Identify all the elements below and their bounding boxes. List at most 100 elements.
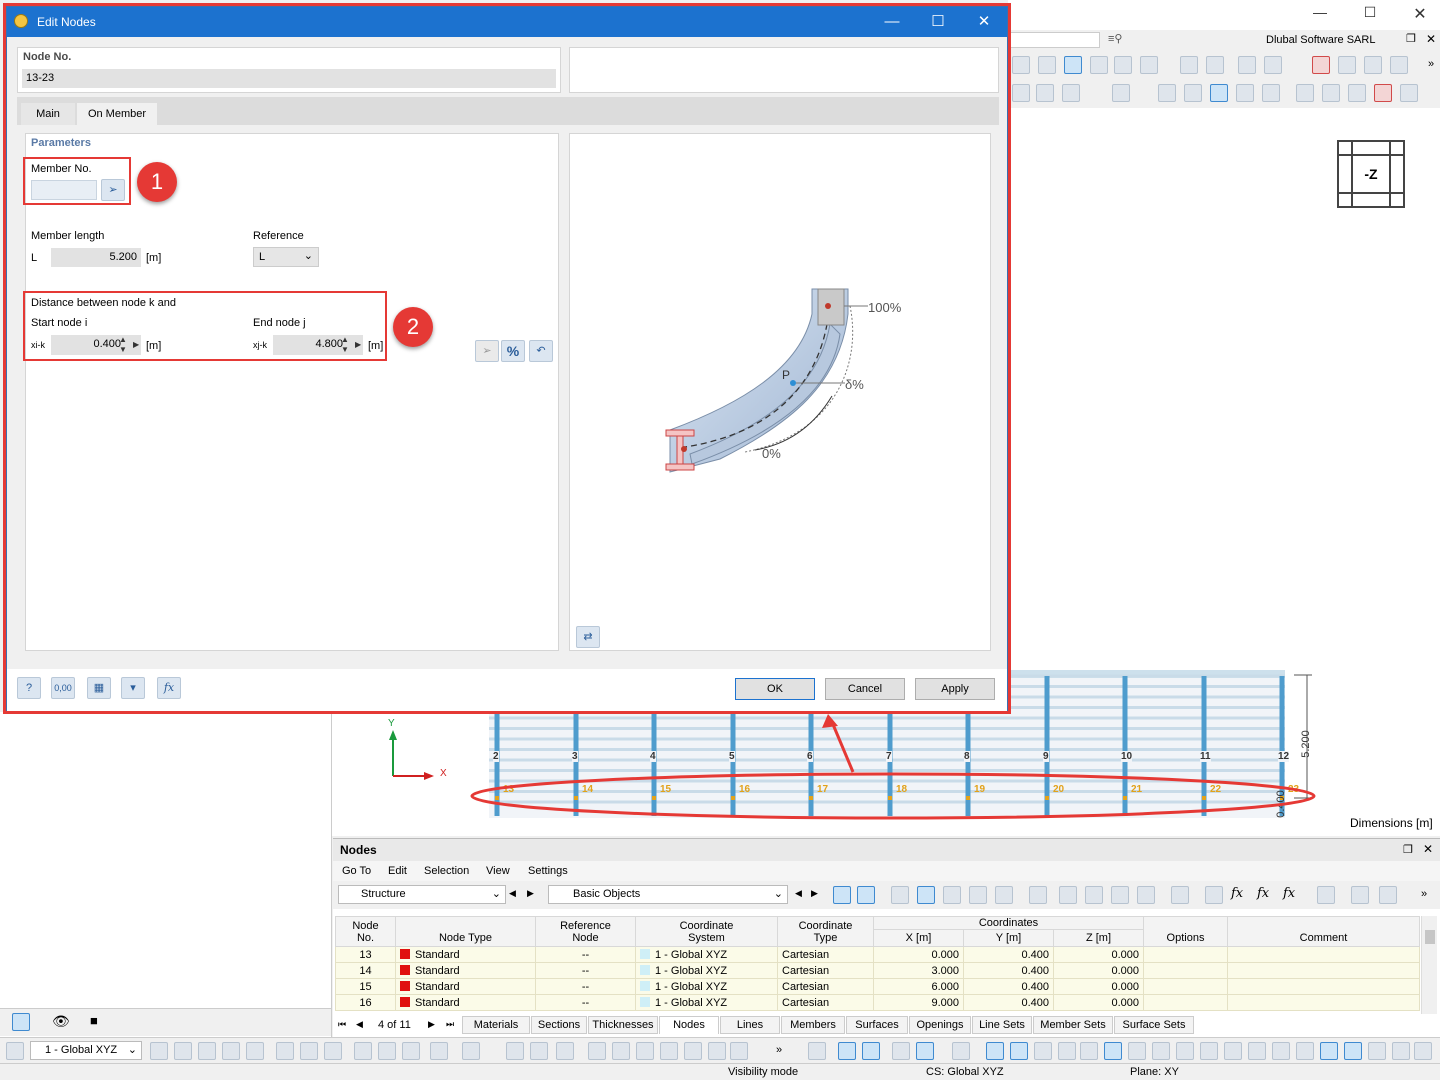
cell-y[interactable]: 0.400 xyxy=(963,946,1054,963)
header-z[interactable]: Z [m] xyxy=(1053,929,1144,947)
render2-icon[interactable] xyxy=(300,1042,318,1060)
menu-edit[interactable]: Edit xyxy=(388,865,407,877)
view-z-icon[interactable] xyxy=(222,1042,240,1060)
function-clear-icon[interactable]: fx xyxy=(1257,886,1269,901)
cell-coordinate-type[interactable]: Cartesian xyxy=(777,994,874,1011)
xyz-icon[interactable] xyxy=(354,1042,372,1060)
polyline-tool-icon[interactable] xyxy=(462,1042,480,1060)
cell-options[interactable] xyxy=(1143,946,1228,963)
main-maximize-button[interactable]: ☐ xyxy=(1355,4,1385,26)
cell-node-type[interactable]: Standard xyxy=(395,962,536,979)
tab-member-sets[interactable]: Member Sets xyxy=(1033,1016,1113,1034)
cell-z[interactable]: 0.000 xyxy=(1053,962,1144,979)
menu-goto[interactable]: Go To xyxy=(342,865,371,877)
grid-snap-icon[interactable] xyxy=(1158,84,1176,102)
snap4-icon[interactable] xyxy=(892,1042,910,1060)
line-tool-icon[interactable] xyxy=(430,1042,448,1060)
cell-node-type[interactable]: Standard xyxy=(395,946,536,963)
view-x-icon[interactable] xyxy=(174,1042,192,1060)
node-point[interactable] xyxy=(888,796,892,800)
cell-coordinate-type[interactable]: Cartesian xyxy=(777,946,874,963)
cell-coordinate-system[interactable]: 1 - Global XYZ xyxy=(635,994,778,1011)
table-scrollbar[interactable] xyxy=(1421,916,1437,1014)
table-row[interactable]: 13 Standard -- 1 - Global XYZ Cartesian 0.000… xyxy=(335,946,1420,963)
delete-row-icon[interactable] xyxy=(1029,886,1047,904)
next-arrow-icon[interactable]: ▶ xyxy=(811,888,818,899)
cs-combo[interactable]: 1 - Global XYZ ⌄ xyxy=(30,1041,142,1060)
node-point[interactable] xyxy=(652,796,656,800)
cube-color-icon[interactable] xyxy=(1364,56,1382,74)
status-visibility[interactable]: Visibility mode xyxy=(728,1066,798,1078)
cell-y[interactable]: 0.400 xyxy=(963,962,1054,979)
cell-node-no[interactable]: 13 xyxy=(335,946,396,963)
node-point[interactable] xyxy=(1045,796,1049,800)
cell-comment[interactable] xyxy=(1227,994,1420,1011)
node-point[interactable] xyxy=(809,796,813,800)
table-row[interactable]: 15 Standard -- 1 - Global XYZ Cartesian 6.000… xyxy=(335,978,1420,995)
ellipsis-icon[interactable] xyxy=(1248,1042,1266,1060)
circle-tool-icon[interactable] xyxy=(636,1042,654,1060)
table-view-icon[interactable] xyxy=(1320,1042,1338,1060)
node-point[interactable] xyxy=(966,796,970,800)
arc2-tool-icon[interactable] xyxy=(612,1042,630,1060)
dots-icon[interactable] xyxy=(1272,1042,1290,1060)
import-icon[interactable] xyxy=(1111,886,1129,904)
cell-reference-node[interactable]: -- xyxy=(535,946,636,963)
next-page-icon[interactable]: ▶ xyxy=(428,1019,435,1030)
render4-icon[interactable] xyxy=(378,1042,396,1060)
tab-sections[interactable]: Sections xyxy=(531,1016,587,1034)
insert-row-icon[interactable] xyxy=(969,886,987,904)
more-chevron-icon[interactable]: » xyxy=(776,1044,782,1056)
header-options[interactable]: Options xyxy=(1143,916,1228,947)
delete-view-icon[interactable] xyxy=(1312,56,1330,74)
snap-icon[interactable] xyxy=(1012,84,1030,102)
iso-view-icon[interactable] xyxy=(1390,56,1408,74)
search-field[interactable] xyxy=(1010,32,1100,48)
table-row[interactable]: 14 Standard -- 1 - Global XYZ Cartesian 3.000… xyxy=(335,962,1420,979)
cell-comment[interactable] xyxy=(1227,978,1420,995)
cell-reference-node[interactable]: -- xyxy=(535,978,636,995)
hatch-view-icon[interactable] xyxy=(1264,56,1282,74)
snap5-icon[interactable] xyxy=(916,1042,934,1060)
rafter-member[interactable] xyxy=(1044,676,1050,816)
excel-icon[interactable] xyxy=(1317,886,1335,904)
cell-options[interactable] xyxy=(1143,962,1228,979)
close-icon[interactable]: ✕ xyxy=(1426,32,1436,46)
prev-page-icon[interactable]: ◀ xyxy=(356,1019,363,1030)
frame-view-icon[interactable] xyxy=(1344,1042,1362,1060)
tangent-icon[interactable] xyxy=(1176,1042,1194,1060)
cell-reference-node[interactable]: -- xyxy=(535,994,636,1011)
menu-view[interactable]: View xyxy=(486,865,510,877)
search-icon[interactable]: ≡⚲ xyxy=(1108,32,1122,45)
cell-x[interactable]: 3.000 xyxy=(873,962,964,979)
first-page-icon[interactable]: ⏮ xyxy=(338,1019,346,1030)
cell-reference-node[interactable]: -- xyxy=(535,962,636,979)
node-view-icon[interactable] xyxy=(1012,56,1030,74)
slash-icon[interactable] xyxy=(1128,1042,1146,1060)
next-arrow-icon[interactable]: ▶ xyxy=(527,888,534,899)
function-icon[interactable]: fx xyxy=(1231,886,1243,901)
solid-snap-icon[interactable] xyxy=(1262,84,1280,102)
multi-select-icon[interactable] xyxy=(857,886,875,904)
cell-node-type[interactable]: Standard xyxy=(395,978,536,995)
magnet-icon[interactable] xyxy=(1010,1042,1028,1060)
render3-icon[interactable] xyxy=(324,1042,342,1060)
cell-coordinate-system[interactable]: 1 - Global XYZ xyxy=(635,946,778,963)
objects-combo[interactable]: Basic Objects ⌄ xyxy=(548,885,788,904)
header-coordinate-system[interactable]: Coordinate System xyxy=(635,916,778,947)
view-iso-icon[interactable] xyxy=(246,1042,264,1060)
node-snap-icon[interactable] xyxy=(1184,84,1202,102)
square-icon[interactable] xyxy=(1034,1042,1052,1060)
hatch-tool-icon[interactable] xyxy=(660,1042,678,1060)
panel-restore-icon[interactable]: ❐ xyxy=(1403,843,1413,856)
export-icon[interactable] xyxy=(1137,886,1155,904)
load-view-icon[interactable] xyxy=(1180,56,1198,74)
link-icon[interactable] xyxy=(1296,84,1314,102)
star-tool-icon[interactable] xyxy=(708,1042,726,1060)
line2-tool-icon[interactable] xyxy=(588,1042,606,1060)
structure-combo[interactable]: Structure ⌄ xyxy=(338,885,506,904)
tab-openings[interactable]: Openings xyxy=(909,1016,971,1034)
data-nav-icon[interactable] xyxy=(12,1013,30,1031)
prev-arrow-icon[interactable]: ◀ xyxy=(509,888,516,899)
cell-options[interactable] xyxy=(1143,994,1228,1011)
